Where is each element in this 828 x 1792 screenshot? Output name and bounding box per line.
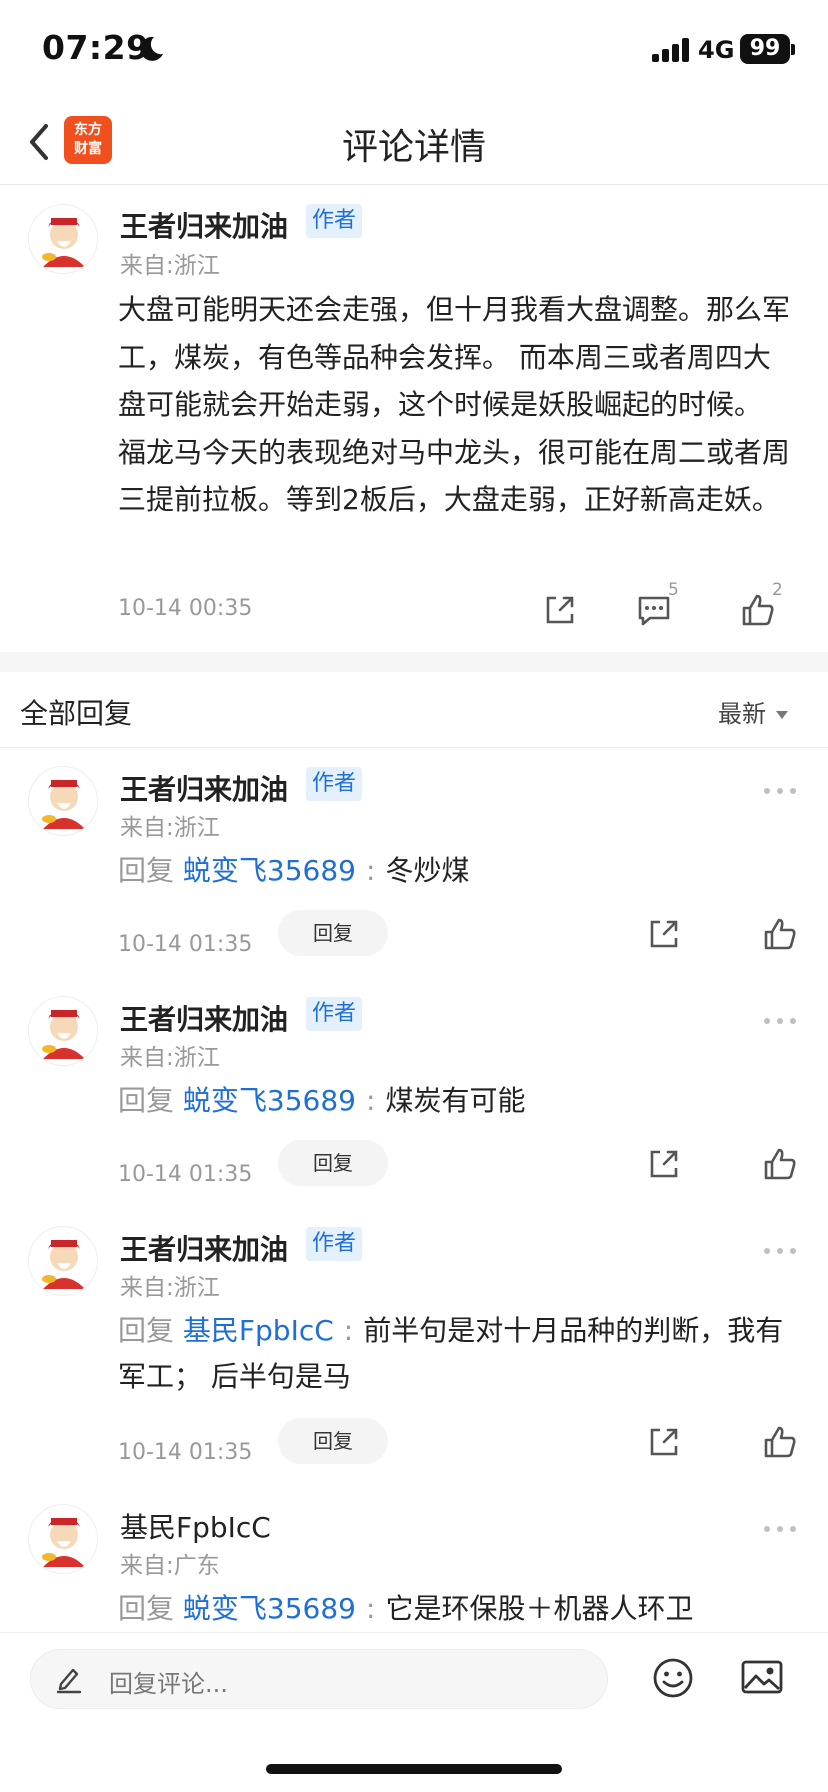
reply-prefix: 回复 [118, 1084, 175, 1117]
reply-item: 王者归来加油 作者 来自:浙江 回复 蜕变飞35689: 冬炒煤 10-14 01… [0, 766, 828, 986]
like-icon[interactable] [760, 914, 800, 954]
reply-prefix: 回复 [118, 854, 175, 887]
battery-icon: 99 [740, 34, 790, 64]
reply-prefix: 回复 [118, 1314, 175, 1347]
more-icon[interactable] [764, 786, 798, 796]
reply-text: 回复 蜕变飞35689: 它是环保股＋机器人环卫 [118, 1586, 798, 1632]
section-divider [0, 652, 828, 672]
reply-username[interactable]: 王者归来加油 [120, 768, 288, 808]
like-icon[interactable] [760, 1422, 800, 1462]
reply-target-user[interactable]: 蜕变飞35689 [183, 854, 356, 887]
more-icon[interactable] [764, 1246, 798, 1256]
replies-title: 全部回复 [20, 697, 133, 730]
reply-colon: : [366, 854, 376, 887]
reply-content: 煤炭有可能 [385, 1084, 526, 1117]
reply-text: 回复 基民FpbIcC: 前半句是对十月品种的判断，我有军工； 后半句是马 [118, 1308, 798, 1400]
reply-button[interactable]: 回复 [278, 1418, 388, 1464]
emoji-icon[interactable] [652, 1657, 694, 1699]
main-username[interactable]: 王者归来加油 [120, 205, 288, 245]
avatar[interactable] [28, 204, 98, 274]
like-icon[interactable] [760, 1144, 800, 1184]
reply-button[interactable]: 回复 [278, 1140, 388, 1186]
battery-nub [791, 44, 795, 55]
avatar[interactable] [28, 1504, 98, 1574]
share-icon[interactable] [540, 590, 580, 630]
reply-content: 它是环保股＋机器人环卫 [385, 1592, 694, 1625]
reply-username[interactable]: 王者归来加油 [120, 1228, 288, 1268]
comment-count: 5 [668, 580, 679, 600]
reply-item: 基民FpbIcC 来自:广东 回复 蜕变飞35689: 它是环保股＋机器人环卫 [0, 1504, 828, 1632]
reply-button[interactable]: 回复 [278, 910, 388, 956]
home-indicator [266, 1764, 562, 1774]
main-comment-text: 大盘可能明天还会走强，但十月我看大盘调整。那么军工，煤炭，有色等品种会发挥。 而… [118, 293, 791, 516]
avatar[interactable] [28, 996, 98, 1066]
reply-colon: : [343, 1314, 354, 1347]
signal-icon [652, 38, 692, 62]
status-time: 07:29 [42, 28, 150, 67]
reply-target-user[interactable]: 蜕变飞35689 [183, 1592, 356, 1625]
share-icon[interactable] [644, 1422, 684, 1462]
main-timestamp: 10-14 00:35 [118, 596, 253, 621]
reply-username[interactable]: 基民FpbIcC [120, 1506, 271, 1546]
reply-colon: : [366, 1084, 376, 1117]
share-icon[interactable] [644, 1144, 684, 1184]
reply-item: 王者归来加油 作者 来自:浙江 回复 蜕变飞35689: 煤炭有可能 10-14 … [0, 996, 828, 1216]
reply-username[interactable]: 王者归来加油 [120, 998, 288, 1038]
reply-content: 冬炒煤 [385, 854, 470, 887]
share-icon[interactable] [644, 914, 684, 954]
location-label: 来自:广东 [120, 1553, 220, 1579]
reply-prefix: 回复 [118, 1592, 175, 1625]
status-bar: 07:29 4G 99 [0, 0, 828, 100]
location-label: 来自:浙江 [120, 1275, 220, 1301]
image-icon[interactable] [740, 1657, 784, 1697]
reply-text: 回复 蜕变飞35689: 煤炭有可能 [118, 1078, 798, 1124]
sort-dropdown[interactable]: 最新 [718, 694, 788, 729]
sort-label: 最新 [718, 700, 766, 728]
more-icon[interactable] [764, 1016, 798, 1026]
reply-timestamp: 10-14 01:35 [118, 932, 253, 957]
avatar[interactable] [28, 1226, 98, 1296]
author-badge: 作者 [306, 767, 363, 801]
reply-input[interactable]: 回复评论... [30, 1649, 608, 1709]
like-count: 2 [772, 580, 783, 600]
author-badge: 作者 [306, 204, 363, 238]
reply-item: 王者归来加油 作者 来自:浙江 回复 基民FpbIcC: 前半句是对十月品种的判断… [0, 1226, 828, 1496]
location-label: 来自:浙江 [120, 253, 220, 279]
network-label: 4G [698, 36, 735, 64]
reply-target-user[interactable]: 蜕变飞35689 [183, 1084, 356, 1117]
more-icon[interactable] [764, 1524, 798, 1534]
pencil-icon [56, 1668, 82, 1694]
replies-header: 全部回复 最新 [0, 672, 828, 748]
author-badge: 作者 [306, 1227, 363, 1261]
reply-colon: : [366, 1592, 376, 1625]
author-badge: 作者 [306, 997, 363, 1031]
page-title: 评论详情 [341, 127, 486, 168]
location-label: 来自:浙江 [120, 1045, 220, 1071]
reply-target-user[interactable]: 基民FpbIcC [183, 1314, 334, 1347]
reply-timestamp: 10-14 01:35 [118, 1162, 253, 1187]
location-label: 来自:浙江 [120, 815, 220, 841]
nav-bar: 东方 财富 评论详情 [0, 100, 828, 185]
avatar[interactable] [28, 766, 98, 836]
reply-text: 回复 蜕变飞35689: 冬炒煤 [118, 848, 798, 894]
chevron-down-icon [776, 711, 788, 719]
reply-input-placeholder: 回复评论... [109, 1670, 228, 1698]
reply-timestamp: 10-14 01:35 [118, 1440, 253, 1465]
moon-icon [140, 36, 163, 61]
